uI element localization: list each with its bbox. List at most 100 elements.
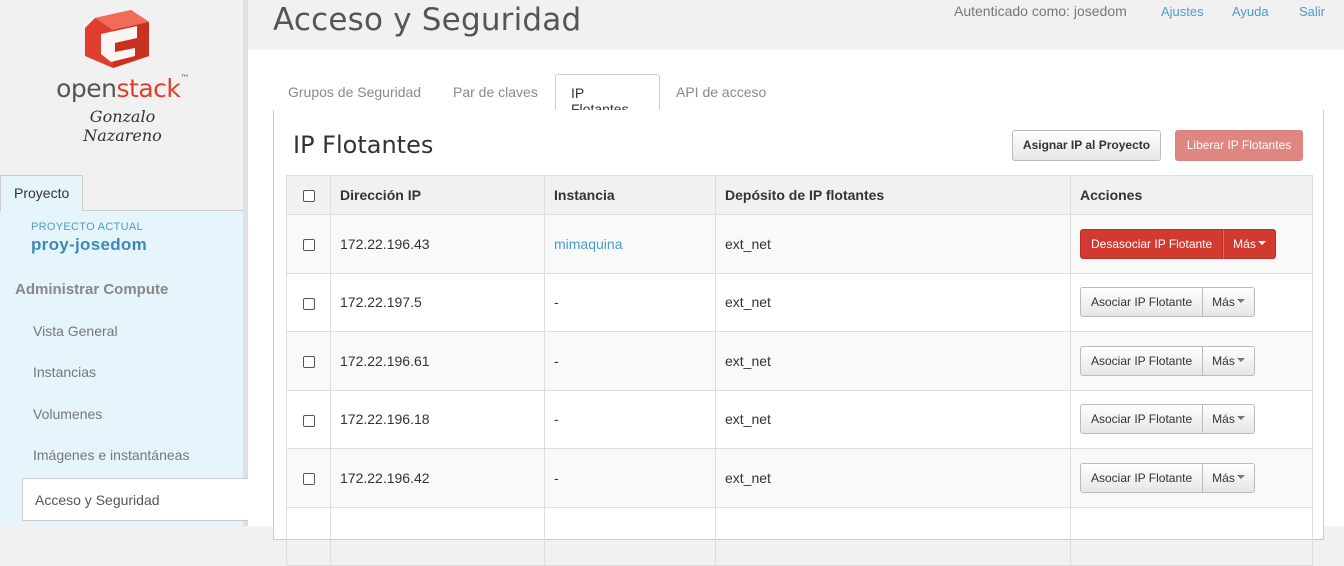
more-actions-button[interactable]: Más xyxy=(1203,404,1255,435)
row-select-cell xyxy=(286,331,331,391)
row-select-cell xyxy=(286,214,331,274)
actions-cell: Asociar IP Flotante Más xyxy=(1070,331,1313,391)
row-select-cell xyxy=(286,389,331,449)
more-actions-button[interactable]: Más xyxy=(1203,462,1255,493)
table-header-row: Dirección IP Instancia Depósito de IP fl… xyxy=(286,175,1313,215)
authenticated-user: Autenticado como: josedom xyxy=(954,3,1127,19)
row-checkbox[interactable] xyxy=(302,414,315,427)
pool-name: ext_net xyxy=(715,389,1071,449)
row-actions: Desasociar IP Flotante Más xyxy=(1080,228,1276,259)
ip-address xyxy=(330,506,545,566)
release-ip-button[interactable]: Liberar IP Flotantes xyxy=(1175,130,1303,161)
instance-cell: mimaquina xyxy=(544,214,716,274)
actions-cell: Asociar IP Flotante Más xyxy=(1070,389,1313,449)
tab-grupos-seguridad[interactable]: Grupos de Seguridad xyxy=(273,74,436,110)
associate-ip-button[interactable]: Asociar IP Flotante xyxy=(1080,462,1204,493)
caret-down-icon xyxy=(1236,416,1245,421)
more-label: Más xyxy=(1212,412,1235,427)
table-row: 172.22.196.61 - ext_net Asociar IP Flota… xyxy=(286,331,1313,391)
section-heading-compute[interactable]: Administrar Compute xyxy=(15,281,168,298)
caret-down-icon xyxy=(1257,240,1266,245)
assign-ip-button[interactable]: Asignar IP al Proyecto xyxy=(1012,130,1161,161)
actions-cell: Desasociar IP Flotante Más xyxy=(1070,214,1313,274)
sidebar-item-instancias[interactable]: Instancias xyxy=(33,364,96,380)
select-all-checkbox[interactable] xyxy=(302,190,315,203)
table-row: 172.22.196.18 - ext_net Asociar IP Flota… xyxy=(286,389,1313,449)
logo-subtitle: Gonzalo Nazareno xyxy=(83,107,162,145)
current-project-label: PROYECTO ACTUAL xyxy=(31,221,143,233)
tab-par-claves[interactable]: Par de claves xyxy=(438,74,553,110)
row-actions: Asociar IP Flotante Más xyxy=(1080,345,1255,376)
more-label: Más xyxy=(1233,236,1256,251)
instance-cell: - xyxy=(544,448,716,508)
column-header-actions: Acciones xyxy=(1070,175,1313,215)
actions-cell: Asociar IP Flotante Más xyxy=(1070,272,1313,332)
column-header-instance[interactable]: Instancia xyxy=(544,175,716,215)
more-label: Más xyxy=(1212,295,1235,310)
table-row: 172.22.196.42 - ext_net Asociar IP Flota… xyxy=(286,448,1313,508)
actions-cell xyxy=(1070,506,1313,566)
current-project-name[interactable]: proy-josedom xyxy=(31,235,147,255)
help-link[interactable]: Ayuda xyxy=(1232,4,1269,19)
logout-link[interactable]: Salir xyxy=(1299,4,1325,19)
pool-name: ext_net xyxy=(715,331,1071,391)
ip-address: 172.22.196.42 xyxy=(330,448,545,508)
page-title: Acceso y Seguridad xyxy=(273,2,582,38)
sidebar-item-imagenes[interactable]: Imágenes e instantáneas xyxy=(33,447,189,463)
more-actions-button[interactable]: Más xyxy=(1203,287,1255,318)
instance-cell: - xyxy=(544,389,716,449)
row-checkbox[interactable] xyxy=(302,297,315,310)
row-actions: Asociar IP Flotante Más xyxy=(1080,287,1255,318)
more-label: Más xyxy=(1212,353,1235,368)
row-actions: Asociar IP Flotante Más xyxy=(1080,462,1255,493)
associate-ip-button[interactable]: Asociar IP Flotante xyxy=(1080,345,1204,376)
table-row: 172.22.196.43 mimaquina ext_net Desasoci… xyxy=(286,214,1313,274)
more-actions-button[interactable]: Más xyxy=(1223,228,1276,259)
instance-cell: - xyxy=(544,331,716,391)
row-checkbox[interactable] xyxy=(302,473,315,486)
settings-link[interactable]: Ajustes xyxy=(1161,4,1204,19)
sidebar-tab-divider xyxy=(83,210,243,211)
ip-address: 172.22.196.61 xyxy=(330,331,545,391)
row-select-cell xyxy=(286,448,331,508)
tab-proyecto[interactable]: Proyecto xyxy=(0,175,83,211)
caret-down-icon xyxy=(1236,357,1245,362)
tab-ip-flotantes[interactable]: IP Flotantes xyxy=(555,74,660,117)
column-header-ip[interactable]: Dirección IP xyxy=(330,175,545,215)
ip-address: 172.22.196.18 xyxy=(330,389,545,449)
select-all-cell xyxy=(286,175,331,215)
row-select-cell xyxy=(286,272,331,332)
panel-title: IP Flotantes xyxy=(293,131,434,159)
row-select-cell xyxy=(286,506,331,566)
actions-cell: Asociar IP Flotante Más xyxy=(1070,448,1313,508)
pool-name: ext_net xyxy=(715,214,1071,274)
sidebar-item-vista-general[interactable]: Vista General xyxy=(33,323,118,339)
caret-down-icon xyxy=(1236,299,1245,304)
floating-ip-table: Dirección IP Instancia Depósito de IP fl… xyxy=(286,175,1313,566)
pool-name: ext_net xyxy=(715,272,1071,332)
sidebar-item-volumenes[interactable]: Volumenes xyxy=(33,406,102,422)
openstack-logo-icon xyxy=(85,10,149,68)
instance-cell xyxy=(544,506,716,566)
openstack-logo[interactable]: openstack™ Gonzalo Nazareno xyxy=(55,8,190,145)
logo-wordmark: openstack™ xyxy=(56,74,189,103)
table-row xyxy=(286,506,1313,566)
pool-name xyxy=(715,506,1071,566)
ip-address: 172.22.196.43 xyxy=(330,214,545,274)
caret-down-icon xyxy=(1236,474,1245,479)
more-actions-button[interactable]: Más xyxy=(1203,345,1255,376)
row-checkbox[interactable] xyxy=(302,239,315,252)
instance-link[interactable]: mimaquina xyxy=(554,236,622,252)
sidebar-item-acceso-seguridad[interactable]: Acceso y Seguridad xyxy=(22,478,252,521)
associate-ip-button[interactable]: Asociar IP Flotante xyxy=(1080,404,1204,435)
row-actions: Asociar IP Flotante Más xyxy=(1080,404,1255,435)
associate-ip-button[interactable]: Asociar IP Flotante xyxy=(1080,287,1204,318)
table-row: 172.22.197.5 - ext_net Asociar IP Flotan… xyxy=(286,272,1313,332)
row-checkbox[interactable] xyxy=(302,356,315,369)
instance-cell: - xyxy=(544,272,716,332)
more-label: Más xyxy=(1212,470,1235,485)
disassociate-ip-button[interactable]: Desasociar IP Flotante xyxy=(1080,228,1224,259)
pool-name: ext_net xyxy=(715,448,1071,508)
tab-api-acceso[interactable]: API de acceso xyxy=(661,74,781,110)
column-header-pool[interactable]: Depósito de IP flotantes xyxy=(715,175,1071,215)
